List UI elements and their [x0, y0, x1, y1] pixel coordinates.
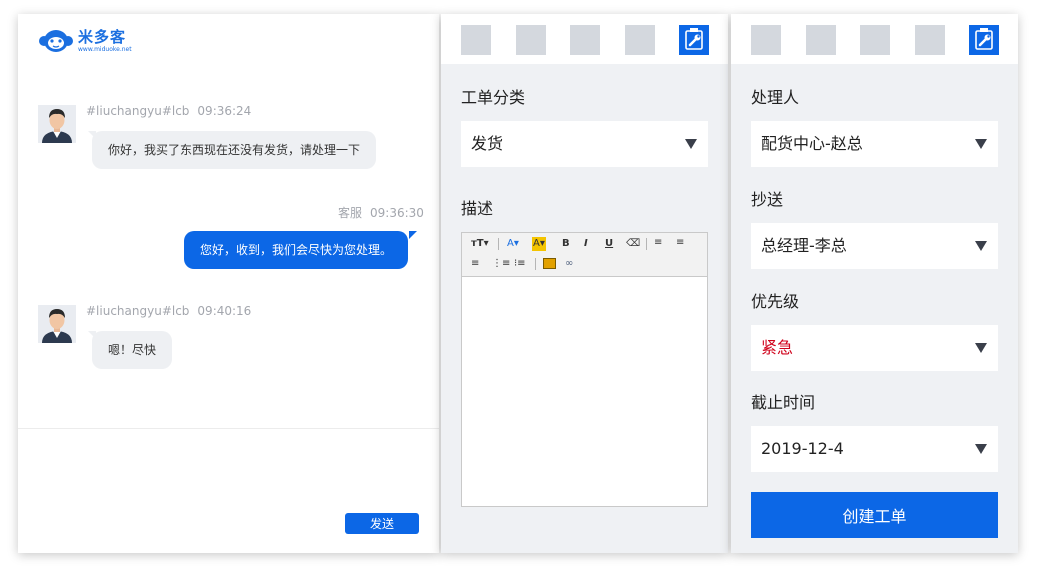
tab-placeholder-3[interactable]: [860, 25, 890, 55]
tab-placeholder-3[interactable]: [570, 25, 600, 55]
tab-placeholder-1[interactable]: [461, 25, 491, 55]
message-meta: #liuchangyu#lcb 09:36:24: [86, 104, 251, 118]
message-bubble-outgoing: 您好，收到，我们会尽快为您处理。: [184, 231, 409, 269]
bubble-tail: [409, 231, 417, 239]
message-time: 09:36:30: [370, 206, 424, 220]
dropdown-caret-icon: [975, 444, 987, 454]
category-select[interactable]: 发货: [461, 121, 708, 167]
tab-placeholder-2[interactable]: [516, 25, 546, 55]
tab-placeholder-2[interactable]: [806, 25, 836, 55]
editor-toolbar: ᴛT▾ A▾ A▾ B I U ⌫ ≡ ≡ ≡ ⋮≡ ⁝≡ ∞: [462, 233, 707, 277]
chat-panel: 米多客 www.miduoke.net #liuchangyu#lcb 09:36…: [18, 14, 439, 553]
deadline-select[interactable]: 2019-12-4: [751, 426, 998, 472]
tab-placeholder-1[interactable]: [751, 25, 781, 55]
font-color-icon[interactable]: A▾: [507, 237, 519, 251]
dropdown-caret-icon: [975, 241, 987, 251]
tab-placeholder-4[interactable]: [625, 25, 655, 55]
highlight-icon[interactable]: A▾: [532, 237, 546, 251]
send-button[interactable]: 发送: [345, 513, 419, 534]
cc-value: 总经理-李总: [761, 236, 847, 255]
message-sender: #liuchangyu#lcb: [86, 304, 190, 318]
underline-icon[interactable]: U: [605, 237, 613, 251]
bold-icon[interactable]: B: [562, 237, 570, 251]
priority-value: 紧急: [761, 338, 794, 357]
ticket-tool-tab[interactable]: [969, 25, 999, 55]
deadline-label: 截止时间: [751, 393, 816, 412]
handler-value: 配货中心-赵总: [761, 134, 863, 153]
category-value: 发货: [471, 134, 504, 153]
tab-bar: [441, 14, 728, 64]
message-time: 09:40:16: [197, 304, 252, 318]
message-meta: #liuchangyu#lcb 09:40:16: [86, 304, 251, 318]
ordered-list-icon[interactable]: ⋮≡: [492, 257, 510, 271]
app-stage: 米多客 www.miduoke.net #liuchangyu#lcb 09:36…: [0, 0, 1037, 576]
message-bubble-incoming: 你好，我买了东西现在还没有发货，请处理一下: [92, 131, 377, 169]
dropdown-caret-icon: [685, 139, 697, 149]
message-bubble-incoming: 嗯！尽快: [92, 331, 173, 369]
tab-placeholder-4[interactable]: [915, 25, 945, 55]
unordered-list-icon[interactable]: ⁝≡: [514, 257, 526, 271]
dropdown-caret-icon: [975, 139, 987, 149]
toolbar-divider: [535, 258, 536, 270]
eraser-icon[interactable]: ⌫: [626, 237, 640, 251]
message-sender: #liuchangyu#lcb: [86, 104, 190, 118]
customer-avatar: [38, 105, 76, 143]
create-ticket-button[interactable]: 创建工单: [751, 492, 998, 538]
ticket-assign-panel: 处理人 配货中心-赵总 抄送 总经理-李总 优先级 紧急 截止时间 2019-1…: [731, 14, 1018, 553]
cc-label: 抄送: [751, 190, 784, 209]
priority-label: 优先级: [751, 292, 800, 311]
handler-select[interactable]: 配货中心-赵总: [751, 121, 998, 167]
description-label: 描述: [461, 199, 494, 218]
brand-name: 米多客: [78, 27, 127, 46]
category-label: 工单分类: [461, 88, 526, 107]
brand-logo: 米多客 www.miduoke.net: [38, 26, 132, 56]
italic-icon[interactable]: I: [584, 237, 588, 251]
message-meta: 客服 09:36:30: [338, 204, 424, 221]
dropdown-caret-icon: [975, 343, 987, 353]
monkey-logo-icon: [38, 27, 74, 55]
cc-select[interactable]: 总经理-李总: [751, 223, 998, 269]
link-icon[interactable]: ∞: [565, 257, 573, 271]
ticket-category-panel: 工单分类 发货 描述 ᴛT▾ A▾ A▾ B I U ⌫ ≡ ≡ ≡ ⋮≡ ⁝≡: [441, 14, 728, 553]
tab-bar: [731, 14, 1018, 64]
align-left-icon[interactable]: ≡: [654, 236, 662, 250]
ticket-tool-tab[interactable]: [679, 25, 709, 55]
description-editor[interactable]: ᴛT▾ A▾ A▾ B I U ⌫ ≡ ≡ ≡ ⋮≡ ⁝≡ ∞: [461, 232, 708, 507]
message-time: 09:36:24: [197, 104, 252, 118]
customer-avatar: [38, 305, 76, 343]
align-right-icon[interactable]: ≡: [471, 257, 479, 271]
wrench-icon: [975, 28, 993, 50]
align-center-icon[interactable]: ≡: [676, 236, 684, 250]
toolbar-divider: [498, 238, 499, 250]
wrench-icon: [685, 28, 703, 50]
toolbar-divider: [646, 238, 647, 250]
priority-select[interactable]: 紧急: [751, 325, 998, 371]
font-size-icon[interactable]: ᴛT▾: [471, 237, 489, 251]
image-icon[interactable]: [543, 258, 556, 269]
deadline-value: 2019-12-4: [761, 439, 844, 458]
chat-message-input[interactable]: [18, 429, 439, 553]
brand-url: www.miduoke.net: [78, 45, 132, 53]
message-sender: 客服: [338, 206, 363, 220]
handler-label: 处理人: [751, 88, 800, 107]
